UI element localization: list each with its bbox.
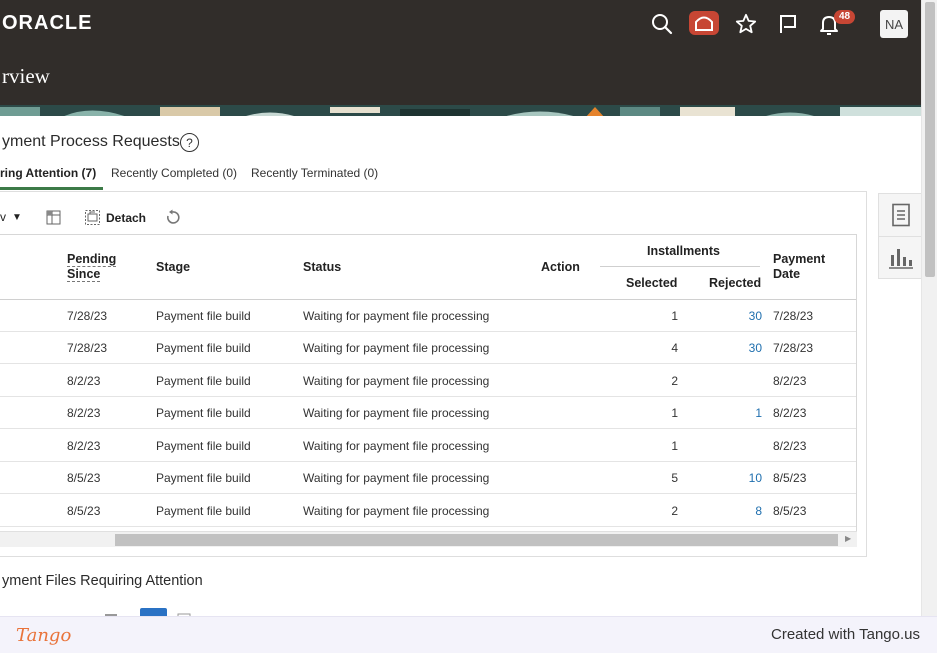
refresh-icon[interactable] [164,209,181,226]
cell-status: Waiting for payment file processing [303,471,490,485]
cell-pending-since: 8/5/23 [67,471,101,485]
payment-requests-table: Pending Since Stage Status Action Instal… [0,234,857,547]
view-menu-label: v [0,210,6,224]
column-header-selected[interactable]: Selected [626,276,677,291]
cell-selected: 1 [671,406,678,420]
cell-stage: Payment file build [156,374,251,388]
vertical-scroll-thumb[interactable] [925,2,935,277]
table-row[interactable]: 8/5/23 Payment file build Waiting for pa… [0,495,856,527]
detach-icon [85,210,100,225]
section-title: yment Process Requests [2,133,180,150]
chevron-down-icon: ▼ [12,211,22,223]
cell-rejected-link[interactable]: 1 [722,406,762,420]
tango-footer: Tango Created with Tango.us [0,616,937,653]
cell-rejected-link[interactable]: 8 [722,504,762,518]
side-panel [878,193,921,279]
column-header-stage[interactable]: Stage [156,260,190,275]
cell-pending-since: 8/2/23 [67,406,101,420]
app-window: ORACLE 48 NA rview yment Process Request… [0,0,921,653]
cell-rejected-link[interactable]: 30 [722,309,762,323]
table-toolbar: v ▼ Detach [0,206,300,230]
bar-chart-icon[interactable] [879,237,921,279]
tango-logo: Tango [16,625,72,646]
table-row[interactable]: 7/28/23 Payment file build Waiting for p… [0,300,856,332]
help-icon[interactable]: ? [180,133,199,152]
cell-status: Waiting for payment file processing [303,439,490,453]
cell-rejected-link[interactable]: 10 [722,471,762,485]
cell-stage: Payment file build [156,309,251,323]
star-icon[interactable] [732,10,760,38]
tab-bar: ring Attention (7) Recently Completed (0… [0,158,921,190]
column-header-pending-since[interactable]: Pending Since [67,252,117,282]
cell-pending-since: 7/28/23 [67,341,108,355]
table-row[interactable]: 8/5/23 Payment file build Waiting for pa… [0,462,856,494]
cell-payment-date: 8/5/23 [773,471,807,485]
cell-status: Waiting for payment file processing [303,374,490,388]
active-tab-indicator [0,187,103,190]
column-header-rejected[interactable]: Rejected [709,276,761,291]
section2-title: yment Files Requiring Attention [2,573,203,589]
cell-stage: Payment file build [156,341,251,355]
tab-requiring-attention[interactable]: ring Attention (7) [0,166,96,180]
cell-status: Waiting for payment file processing [303,504,490,518]
home-icon[interactable] [689,11,719,35]
cell-pending-since: 7/28/23 [67,309,108,323]
cell-stage: Payment file build [156,439,251,453]
horizontal-scrollbar[interactable]: ▶ [0,531,857,547]
horizontal-scroll-thumb[interactable] [115,534,838,546]
document-icon[interactable] [879,194,921,236]
cell-selected: 2 [671,374,678,388]
column-header-action[interactable]: Action [541,260,580,275]
cell-payment-date: 7/28/23 [773,341,814,355]
decorative-banner [0,105,921,116]
cell-selected: 5 [671,471,678,485]
cell-status: Waiting for payment file processing [303,309,490,323]
column-header-payment-date[interactable]: Payment Date [773,252,825,282]
column-header-installments: Installments [647,244,720,258]
view-menu[interactable]: v ▼ [0,210,22,224]
tab-recently-terminated[interactable]: Recently Terminated (0) [251,166,378,180]
cell-stage: Payment file build [156,471,251,485]
vertical-scrollbar[interactable] [921,0,937,653]
cell-payment-date: 7/28/23 [773,309,814,323]
cell-selected: 4 [671,341,678,355]
cell-stage: Payment file build [156,406,251,420]
cell-rejected-link[interactable]: 30 [722,341,762,355]
cell-selected: 2 [671,504,678,518]
page-title: rview [2,64,50,88]
table-row[interactable]: 8/2/23 Payment file build Waiting for pa… [0,365,856,397]
tab-recently-completed[interactable]: Recently Completed (0) [111,166,237,180]
table-row[interactable]: 8/2/23 Payment file build Waiting for pa… [0,397,856,429]
search-icon[interactable] [648,10,676,38]
notification-badge[interactable]: 48 [834,10,856,24]
freeze-columns-icon[interactable] [45,209,62,226]
cell-pending-since: 8/2/23 [67,439,101,453]
header-group-divider [600,266,760,267]
cell-status: Waiting for payment file processing [303,341,490,355]
cell-payment-date: 8/5/23 [773,504,807,518]
cell-payment-date: 8/2/23 [773,374,807,388]
detach-label: Detach [106,210,147,225]
cell-selected: 1 [671,439,678,453]
scroll-right-icon[interactable]: ▶ [845,534,851,543]
table-row[interactable]: 7/28/23 Payment file build Waiting for p… [0,332,856,364]
cell-selected: 1 [671,309,678,323]
global-header: ORACLE 48 NA rview [0,0,921,105]
table-row[interactable]: 8/2/23 Payment file build Waiting for pa… [0,430,856,462]
cell-stage: Payment file build [156,504,251,518]
cell-payment-date: 8/2/23 [773,439,807,453]
cell-status: Waiting for payment file processing [303,406,490,420]
detach-button[interactable]: Detach [84,209,146,226]
flag-icon[interactable] [774,10,802,38]
cell-pending-since: 8/2/23 [67,374,101,388]
cell-pending-since: 8/5/23 [67,504,101,518]
tango-credit: Created with Tango.us [771,626,920,643]
cell-payment-date: 8/2/23 [773,406,807,420]
user-avatar[interactable]: NA [880,10,908,38]
column-header-status[interactable]: Status [303,260,341,275]
oracle-logo[interactable]: ORACLE [2,12,92,35]
